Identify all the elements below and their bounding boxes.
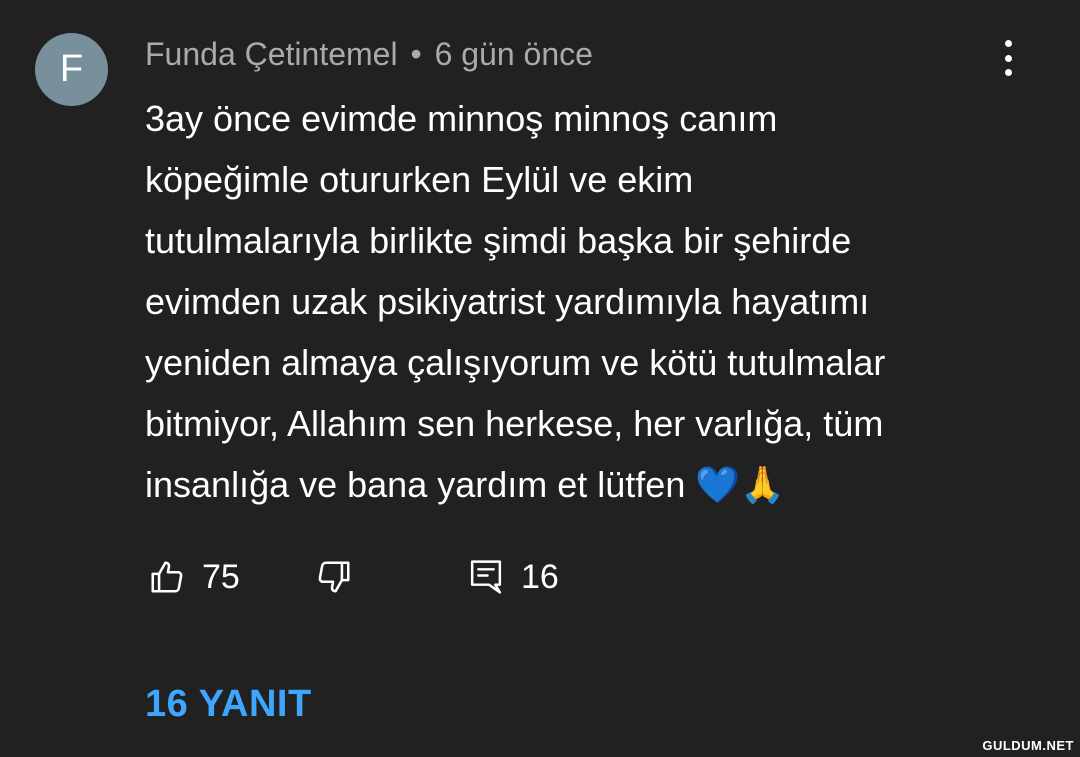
reply-button[interactable]: 16 [467, 552, 559, 602]
more-options-button[interactable] [990, 36, 1026, 80]
comment-line: bitmiyor, Allahım sen herkese, her varlı… [145, 403, 884, 444]
comment-line: insanlığa ve bana yardım et lütfen 💙🙏 [145, 464, 785, 505]
thumb-up-icon [151, 561, 183, 593]
reply-count: 16 [521, 557, 559, 596]
comment-line: 3ay önce evimde minnoş minnoş canım [145, 98, 778, 139]
comment-line: yeniden almaya çalışıyorum ve kötü tutul… [145, 342, 886, 383]
more-vert-icon-dot [1004, 54, 1012, 62]
dislike-button[interactable] [315, 552, 353, 602]
comment-actions: 75 16 [145, 552, 645, 602]
watermark: GULDUM.NET [982, 738, 1074, 753]
avatar-letter: F [59, 48, 84, 90]
comment-icon [470, 560, 502, 594]
avatar[interactable]: F [35, 33, 108, 106]
comment-line: evimden uzak psikiyatrist yardımıyla hay… [145, 281, 870, 322]
like-count: 75 [202, 557, 240, 596]
view-replies-button[interactable]: 16 YANIT [145, 683, 312, 726]
comment-time[interactable]: 6 gün önce [435, 36, 593, 72]
comment-header: Funda Çetintemel • 6 gün önce [145, 34, 593, 74]
more-vert-icon [1004, 40, 1012, 47]
comment-text: 3ay önce evimde minnoş minnoş canım köpe… [145, 88, 1025, 515]
comment-line: köpeğimle otururken Eylül ve ekim [145, 159, 694, 200]
thumb-down-icon [318, 561, 350, 593]
author-name[interactable]: Funda Çetintemel [145, 36, 398, 72]
like-button[interactable]: 75 [148, 552, 240, 602]
more-vert-icon-dot [1004, 69, 1012, 76]
meta-separator: • [410, 36, 422, 72]
comment-line: tutulmalarıyla birlikte şimdi başka bir … [145, 220, 852, 261]
